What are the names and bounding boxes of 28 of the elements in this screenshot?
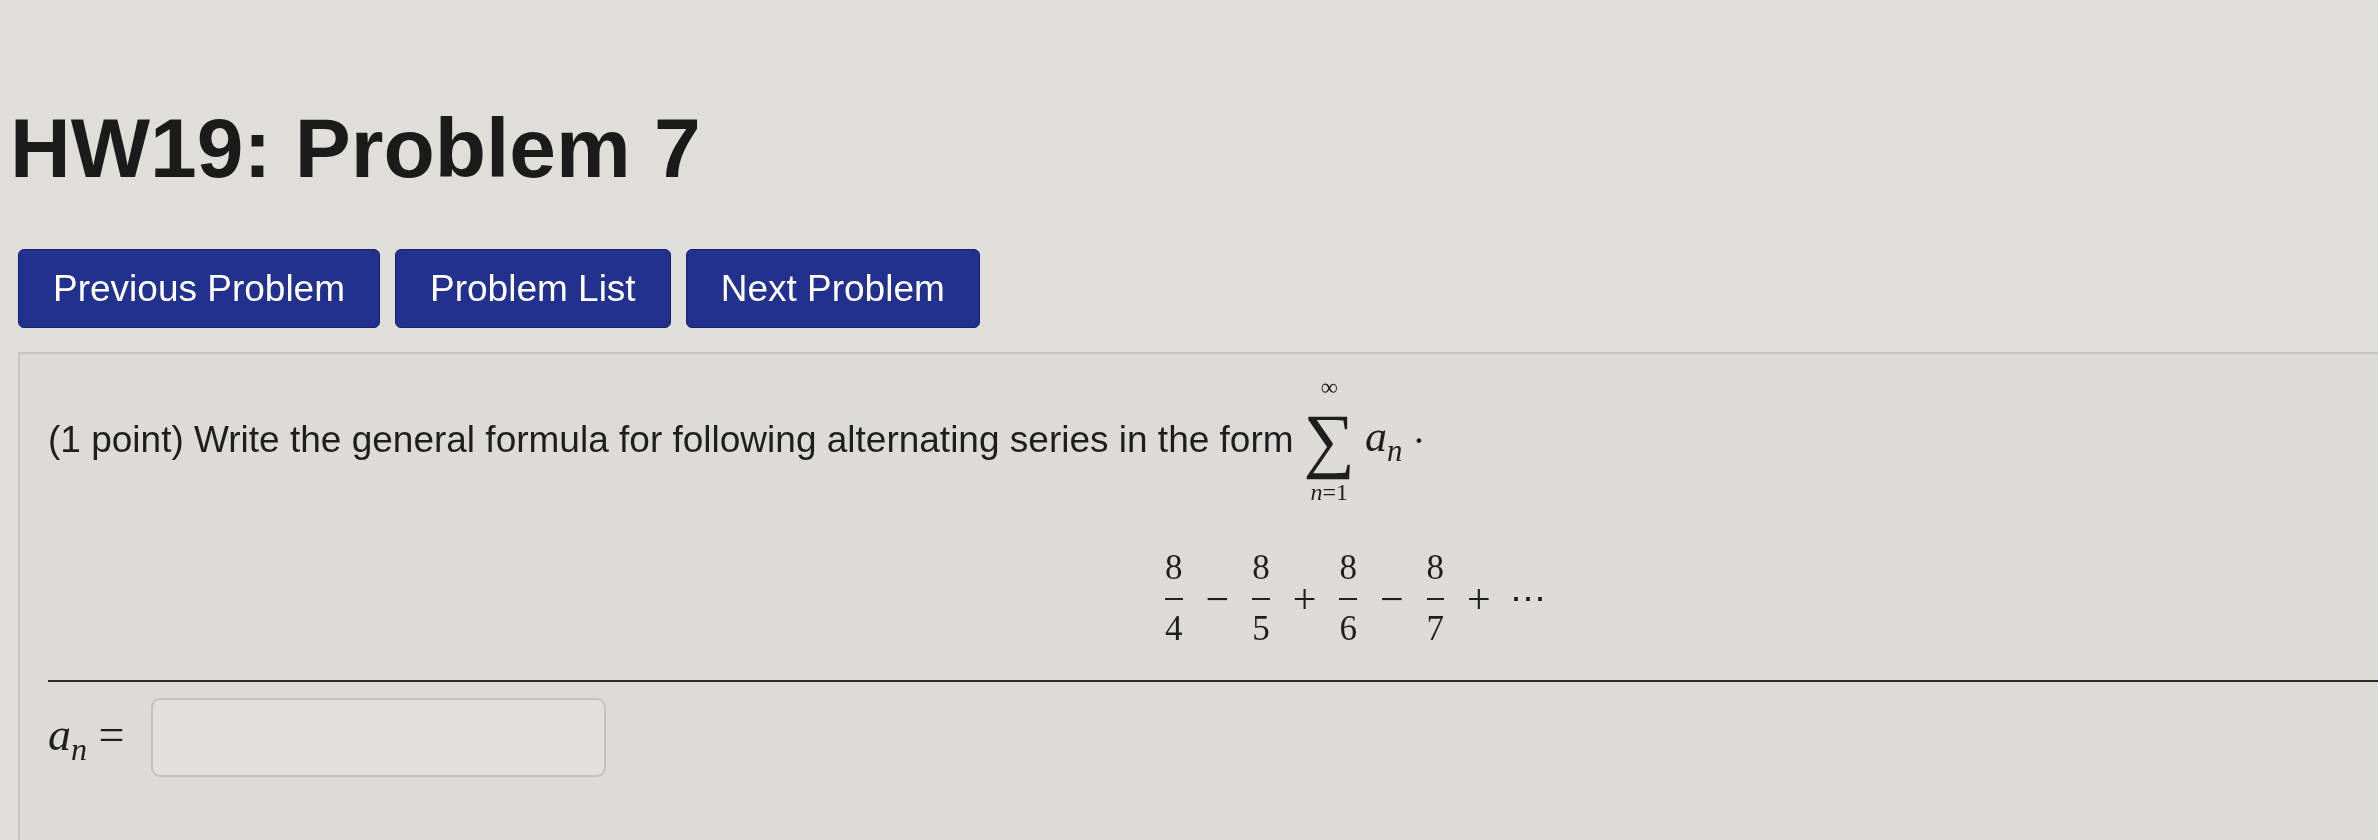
answer-label: a$_{n}$ =: [48, 707, 125, 768]
fraction-numerator: 8: [1252, 549, 1270, 588]
fraction-numerator: 8: [1426, 549, 1445, 588]
fraction-denominator: 6: [1339, 609, 1357, 649]
fraction-bar: [1252, 597, 1270, 600]
nav-button[interactable]: Next Problem: [685, 249, 980, 328]
fraction-numerator: 8: [1339, 549, 1357, 588]
series-operator: +: [1467, 574, 1491, 623]
nav-button[interactable]: Problem List: [395, 249, 671, 328]
page-title: HW19: Problem 7: [10, 106, 701, 190]
answer-field[interactable]: [150, 698, 606, 778]
fraction-bar: [1339, 597, 1357, 600]
upper-limit: ∞: [1320, 375, 1338, 401]
fraction-numerator: 8: [1165, 549, 1183, 588]
series-operator: −: [1379, 574, 1404, 623]
fraction-bar: [1165, 597, 1183, 600]
series-ellipsis: ⋯: [1509, 577, 1546, 620]
fraction-denominator: 5: [1252, 609, 1270, 649]
fraction-denominator: 7: [1426, 609, 1445, 649]
fraction-denominator: 4: [1165, 609, 1183, 649]
series-operator: +: [1292, 574, 1317, 623]
series-operator: −: [1205, 574, 1230, 623]
nav-button[interactable]: Previous Problem: [18, 249, 380, 328]
problem-statement: (1 point) Write the general formula for following alternating series in the form: [48, 419, 1294, 462]
series-term: a$_{n}$: [1364, 411, 1403, 470]
end-dot: ·: [1412, 416, 1426, 464]
fraction-bar: [1426, 597, 1445, 600]
lower-limit: n=1: [1310, 480, 1348, 506]
